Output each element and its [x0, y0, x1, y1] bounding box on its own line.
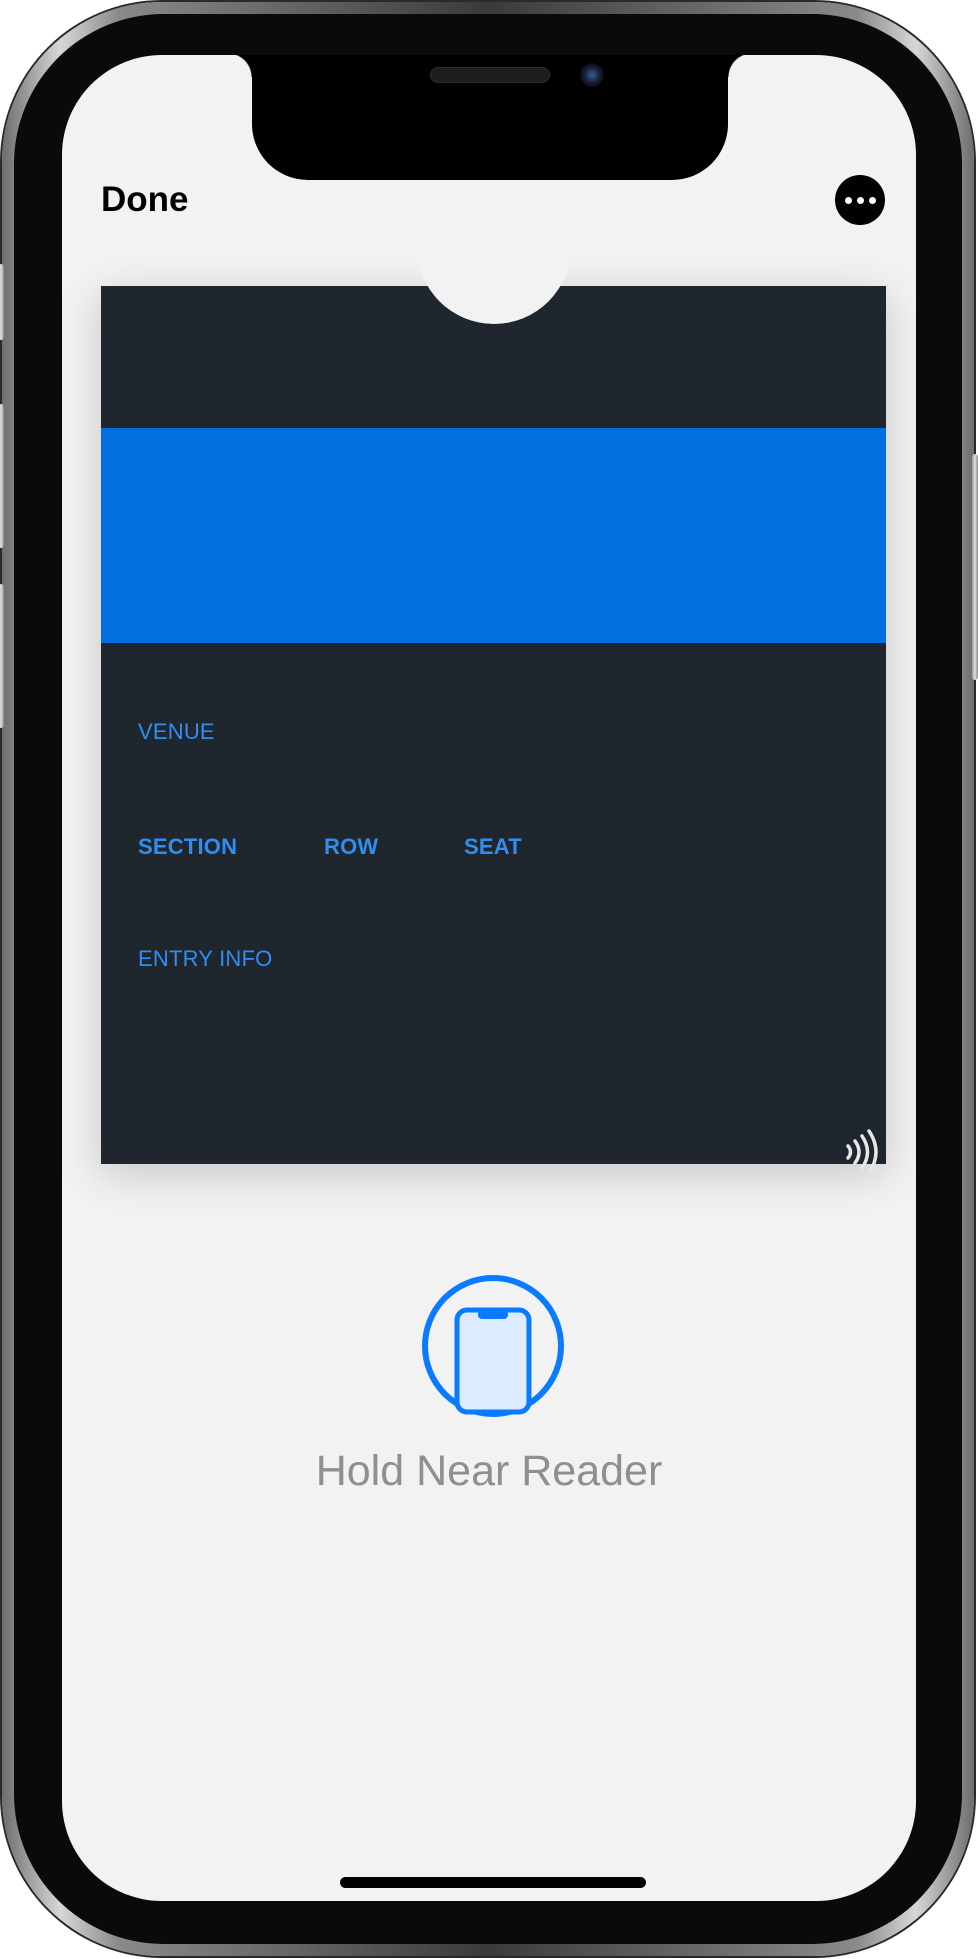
row-label: ROW: [324, 834, 379, 859]
speaker-grille: [430, 67, 550, 83]
side-button-silent: [0, 264, 4, 340]
pass-top-cutout: [417, 236, 571, 324]
event-ticket-pass[interactable]: VENUE SECTION ROW SEAT ENTRY INFO: [101, 236, 886, 1175]
contactless-icon: [846, 1129, 878, 1175]
section-label: SECTION: [138, 834, 238, 859]
side-button-volume-down: [0, 584, 4, 728]
done-button[interactable]: Done: [101, 180, 189, 220]
ellipsis-icon: [844, 196, 852, 204]
more-options-button[interactable]: [835, 175, 885, 225]
venue-label: VENUE: [138, 719, 215, 744]
front-camera: [580, 63, 604, 87]
ellipsis-icon-dot: [868, 196, 876, 204]
seat-label: SEAT: [464, 834, 522, 859]
side-button-volume-up: [0, 404, 4, 548]
entry-info-label: ENTRY INFO: [138, 946, 273, 971]
screen: Done VENUE SECTION ROW SEAT ENTRY INFO H…: [62, 55, 916, 1901]
side-button-power: [972, 454, 978, 680]
notch: [228, 55, 752, 180]
hold-near-reader-text: Hold Near Reader: [315, 1447, 663, 1495]
pass-strip-band: [101, 428, 886, 643]
home-indicator[interactable]: [340, 1877, 646, 1888]
ellipsis-icon-dot: [856, 196, 864, 204]
phone-in-circle-icon: [422, 1275, 564, 1417]
